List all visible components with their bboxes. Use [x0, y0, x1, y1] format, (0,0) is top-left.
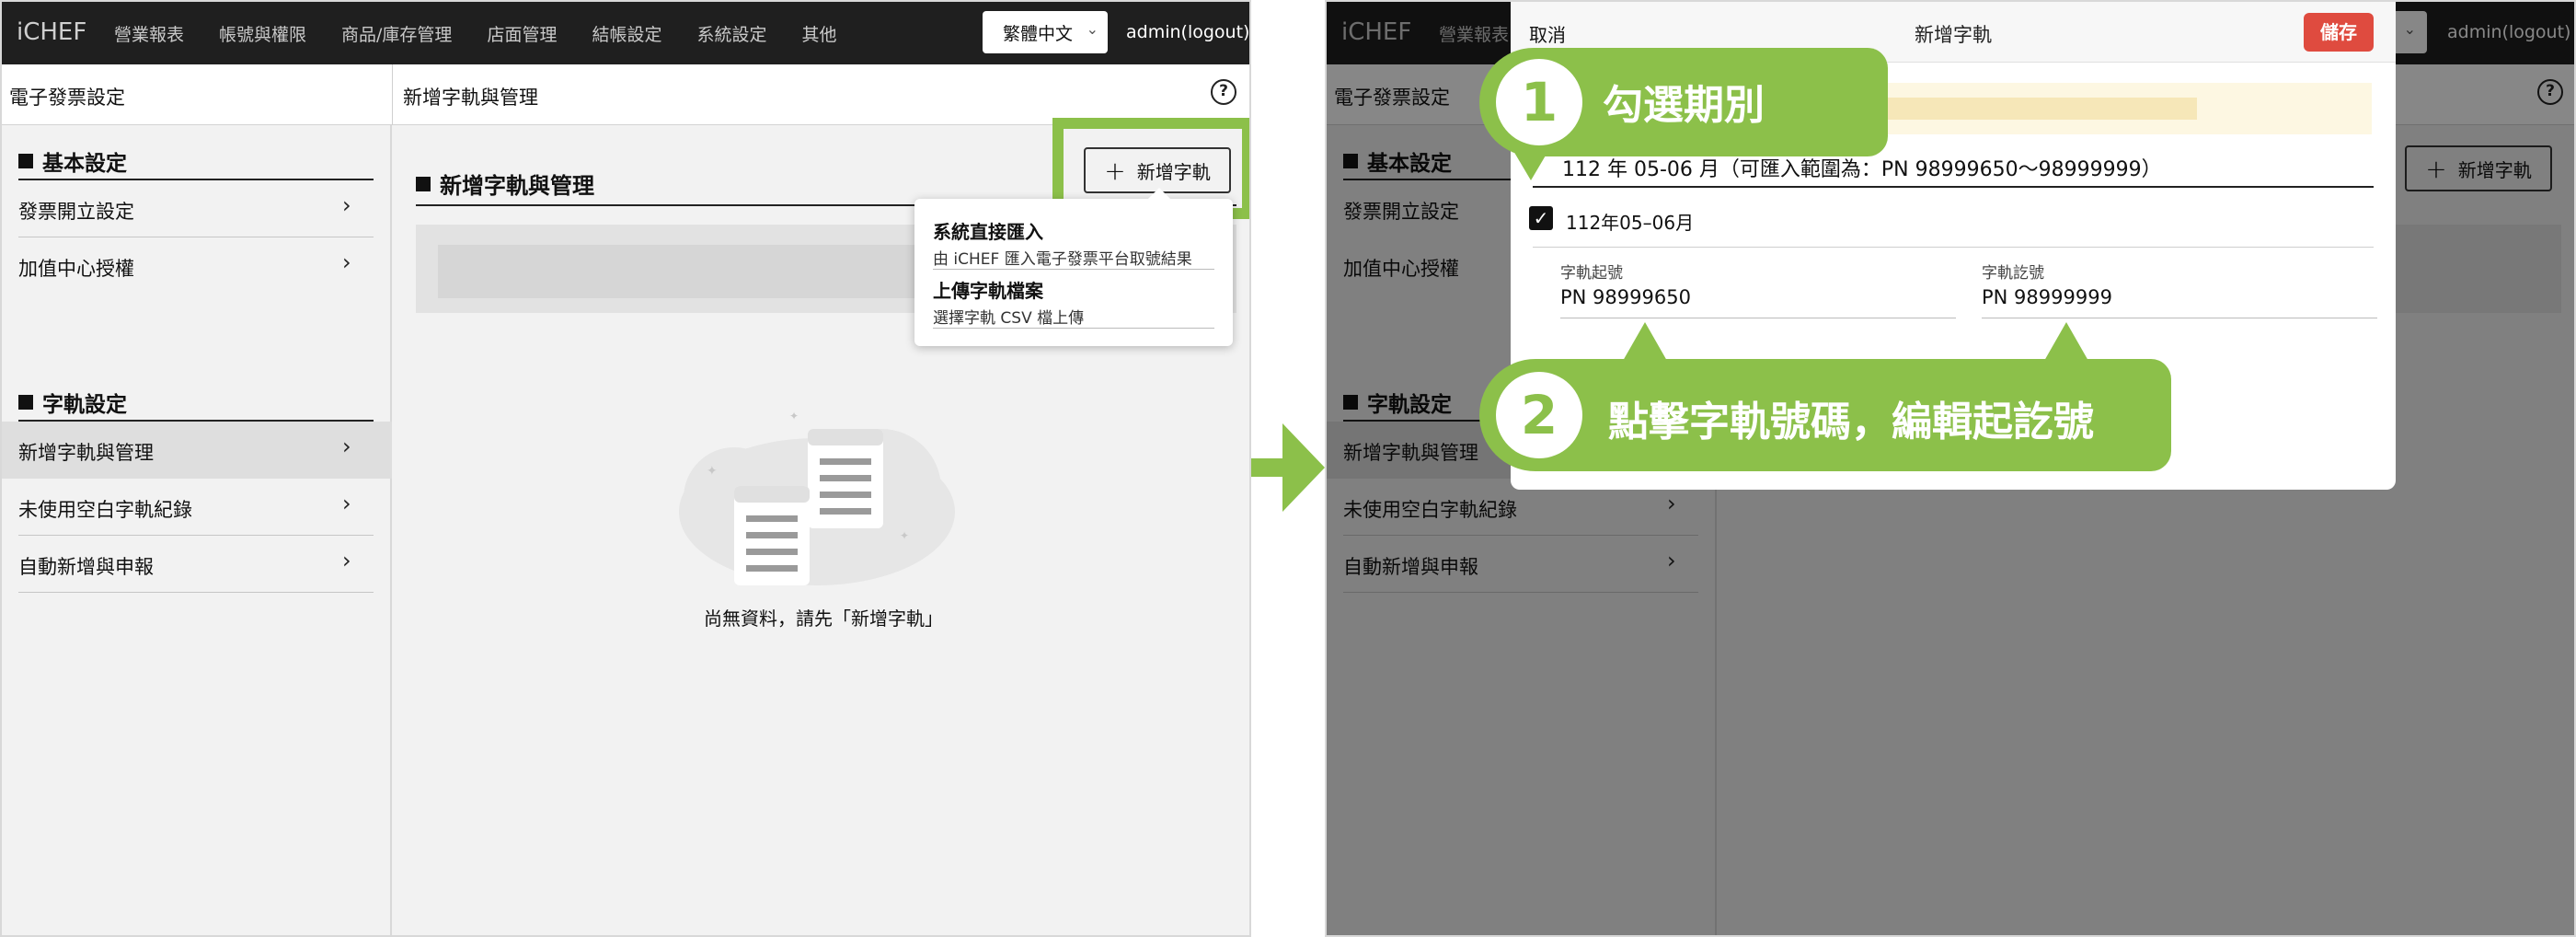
svg-text:✦: ✦	[707, 464, 718, 479]
dropdown-item-title: 系統直接匯入	[933, 221, 1043, 243]
nav-item-checkout[interactable]: 結帳設定	[592, 21, 661, 46]
modal-title: 新增字軌	[1915, 24, 1992, 46]
left-screenshot-panel: iCHEF 營業報表 帳號與權限 商品/庫存管理 店面管理 結帳設定 系統設定 …	[0, 0, 1251, 937]
chevron-right-icon: ›	[342, 491, 351, 516]
nav-item-reports[interactable]: 營業報表	[114, 21, 184, 46]
nav-item-inventory[interactable]: 商品/庫存管理	[341, 21, 452, 46]
chevron-right-icon: ›	[342, 249, 351, 275]
sidebar-item-vat-center-auth[interactable]: 加值中心授權 ›	[2, 237, 392, 295]
callout-2-pointer-start	[1623, 322, 1667, 361]
content-section-title: 新增字軌與管理	[416, 168, 594, 200]
sidebar-item-label: 新增字軌與管理	[18, 442, 154, 464]
nav-item-accounts[interactable]: 帳號與權限	[219, 21, 306, 46]
callout-2-text: 點擊字軌號碼，編輯起訖號	[1608, 399, 2094, 445]
sidebar-item-add-manage-tracks[interactable]: 新增字軌與管理 ›	[2, 422, 392, 479]
period-divider	[1533, 186, 2374, 188]
item-divider	[18, 592, 374, 593]
callout-2-pointer-end	[2044, 322, 2088, 361]
main-nav: 營業報表 帳號與權限 商品/庫存管理 店面管理 結帳設定 系統設定 其他	[114, 2, 872, 64]
chevron-right-icon: ›	[342, 548, 351, 573]
period-row-divider	[1533, 247, 2374, 248]
cancel-button[interactable]: 取消	[1529, 20, 1566, 47]
user-logout-link[interactable]: admin(logout)	[1126, 22, 1249, 42]
square-bullet-icon	[18, 395, 33, 410]
page-title: 新增字軌與管理	[403, 87, 538, 109]
nav-item-store[interactable]: 店面管理	[487, 21, 557, 46]
nav-item-system[interactable]: 系統設定	[696, 21, 766, 46]
period-checkbox[interactable]: ✓	[1529, 206, 1553, 230]
end-number-field[interactable]: 字軌訖號 PN 98999999	[1982, 260, 2377, 318]
sidebar-item-label: 加值中心授權	[18, 258, 134, 280]
dropdown-item-system-import[interactable]: 系統直接匯入 由 iCHEF 匯入電子發票平台取號結果	[933, 217, 1214, 269]
start-number-value: PN 98999650	[1560, 286, 1691, 308]
placeholder-bar	[438, 245, 935, 298]
tutorial-stage: iCHEF 營業報表 帳號與權限 商品/庫存管理 店面管理 結帳設定 系統設定 …	[0, 0, 2576, 937]
dropdown-item-desc: 選擇字軌 CSV 檔上傳	[933, 309, 1085, 328]
sidebar-item-invoice-settings[interactable]: 發票開立設定 ›	[2, 180, 392, 237]
svg-text:✦: ✦	[900, 529, 909, 542]
dropdown-divider	[933, 269, 1214, 270]
sidebar-item-label: 發票開立設定	[18, 201, 134, 223]
save-button[interactable]: 儲存	[2304, 13, 2374, 52]
dropdown-item-desc: 由 iCHEF 匯入電子發票平台取號結果	[933, 250, 1192, 269]
section-title-text: 基本設定	[42, 152, 127, 176]
sidebar: 基本設定 發票開立設定 › 加值中心授權 › 字軌設定 新增字軌與管理 › 未使…	[2, 125, 392, 935]
start-number-field[interactable]: 字軌起號 PN 98999650	[1560, 260, 1956, 318]
square-bullet-icon	[416, 176, 431, 191]
top-nav-bar: iCHEF 營業報表 帳號與權限 商品/庫存管理 店面管理 結帳設定 系統設定 …	[2, 2, 1249, 64]
settings-title: 電子發票設定	[9, 87, 125, 109]
period-checkbox-label: 112年05–06月	[1566, 212, 1695, 234]
right-screenshot-panel: iCHEF 營業報表 ⌄ admin(logout) 電子發票設定 ? 基本設定…	[1325, 0, 2576, 937]
step-arrow-icon	[1251, 423, 1325, 512]
chevron-down-icon: ⌄	[1086, 20, 1098, 38]
sub-header-divider	[392, 64, 393, 125]
sidebar-item-label: 自動新增與申報	[18, 556, 154, 578]
empty-state-text: 尚無資料，請先「新增字軌」	[704, 607, 943, 630]
start-number-label: 字軌起號	[1560, 264, 1623, 283]
nav-item-other[interactable]: 其他	[801, 21, 836, 46]
language-select[interactable]: 繁體中文 ⌄	[983, 11, 1108, 53]
sub-header: 電子發票設定 新增字軌與管理 ?	[2, 64, 1249, 125]
sidebar-section-basic: 基本設定	[18, 145, 127, 177]
checkmark-icon: ✓	[1533, 207, 1549, 229]
sidebar-item-unused-blank-tracks[interactable]: 未使用空白字軌紀錄 ›	[2, 479, 392, 536]
dropdown-item-title: 上傳字軌檔案	[933, 280, 1043, 302]
help-icon[interactable]: ?	[1211, 79, 1236, 105]
callout-2-number: 2	[1496, 372, 1582, 458]
empty-documents-icon: ✦ ✦ ✦	[679, 410, 955, 585]
chevron-right-icon: ›	[342, 434, 351, 459]
end-number-label: 字軌訖號	[1982, 264, 2044, 283]
end-number-value: PN 98999999	[1982, 286, 2112, 308]
sidebar-item-label: 未使用空白字軌紀錄	[18, 499, 192, 521]
language-value: 繁體中文	[1003, 24, 1074, 44]
add-track-dropdown: 系統直接匯入 由 iCHEF 匯入電子發票平台取號結果 上傳字軌檔案 選擇字軌 …	[914, 188, 1233, 346]
callout-1-text: 勾選期別	[1603, 82, 1765, 129]
brand-logo: iCHEF	[17, 18, 87, 46]
section-title-text: 字軌設定	[42, 393, 127, 417]
sidebar-item-auto-add-report[interactable]: 自動新增與申報 ›	[2, 536, 392, 593]
content-title-text: 新增字軌與管理	[440, 173, 594, 199]
callout-1-number: 1	[1496, 59, 1582, 145]
sidebar-section-tracks: 字軌設定	[18, 387, 127, 418]
dropdown-item-upload-csv[interactable]: 上傳字軌檔案 選擇字軌 CSV 檔上傳	[933, 276, 1214, 328]
chevron-right-icon: ›	[342, 192, 351, 218]
svg-text:✦: ✦	[789, 410, 799, 422]
dropdown-divider	[933, 328, 1214, 329]
square-bullet-icon	[18, 154, 33, 168]
period-heading: 112 年 05-06 月（可匯入範圍為：PN 98999650～9899999…	[1562, 158, 2162, 181]
